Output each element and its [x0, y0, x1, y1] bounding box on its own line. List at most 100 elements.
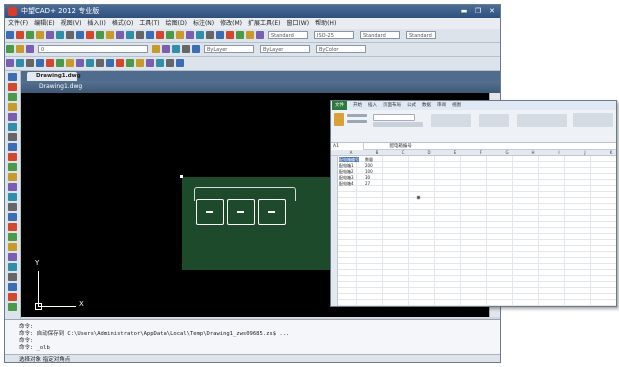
layer-select[interactable]: 0	[38, 45, 148, 53]
toolbar-icon[interactable]	[126, 59, 134, 67]
draw-tool-icon[interactable]	[8, 303, 17, 311]
column-header-C[interactable]: C	[390, 150, 416, 156]
toolbar-icon[interactable]	[136, 59, 144, 67]
toolbar-icon[interactable]	[66, 59, 74, 67]
number-format-icons[interactable]	[479, 114, 509, 127]
draw-tool-icon[interactable]	[8, 153, 17, 161]
toolbar-icon[interactable]	[126, 31, 134, 39]
menu-item-0[interactable]: 文件(F)	[8, 18, 28, 29]
toolbar-icon[interactable]	[46, 31, 54, 39]
toolbar-icon[interactable]	[166, 31, 174, 39]
toolbar-icon[interactable]	[36, 31, 44, 39]
name-box[interactable]: A1	[331, 143, 364, 150]
toolbar-icon[interactable]	[6, 59, 14, 67]
column-header-F[interactable]: F	[468, 150, 494, 156]
paste-icon[interactable]	[334, 113, 344, 126]
toolbar-icon[interactable]	[66, 31, 74, 39]
toolbar-icon[interactable]	[172, 45, 180, 53]
toolbar-icon[interactable]	[206, 31, 214, 39]
draw-tool-icon[interactable]	[8, 93, 17, 101]
draw-tool-icon[interactable]	[8, 73, 17, 81]
toolbar-icon[interactable]	[162, 45, 170, 53]
draw-tool-icon[interactable]	[8, 183, 17, 191]
doc-tab[interactable]: Drawing1.dwg	[27, 72, 81, 81]
toolbar-icon[interactable]	[166, 59, 174, 67]
draw-tool-icon[interactable]	[8, 233, 17, 241]
toolbar-icon[interactable]	[56, 59, 64, 67]
cell-1-0[interactable]: 配电箱1	[339, 163, 354, 168]
toolbar-icon[interactable]	[16, 59, 24, 67]
toolbar-icon[interactable]	[236, 31, 244, 39]
toolbar-icon[interactable]	[176, 59, 184, 67]
cut-icon[interactable]	[347, 114, 367, 117]
close-icon[interactable]: ✕	[486, 7, 498, 16]
table-style-select[interactable]: Standard	[360, 31, 400, 39]
toolbar-icon[interactable]	[256, 31, 264, 39]
ribbon-tab-0[interactable]: 文件	[332, 101, 347, 110]
draw-tool-icon[interactable]	[8, 223, 17, 231]
draw-tool-icon[interactable]	[8, 283, 17, 291]
cell-0-1[interactable]: 数量	[365, 157, 373, 162]
toolbar-icon[interactable]	[26, 59, 34, 67]
cell-3-0[interactable]: 配电箱3	[339, 175, 354, 180]
formula-content[interactable]: 配电箱编号	[389, 144, 412, 149]
toolbar-icon[interactable]	[146, 31, 154, 39]
toolbar-icon[interactable]	[106, 59, 114, 67]
draw-tool-icon[interactable]	[8, 193, 17, 201]
toolbar-icon[interactable]	[156, 59, 164, 67]
draw-tool-icon[interactable]	[8, 243, 17, 251]
toolbar-icon[interactable]	[76, 59, 84, 67]
column-header-B[interactable]: B	[364, 150, 390, 156]
toolbar-icon[interactable]	[152, 45, 160, 53]
column-header-J[interactable]: J	[572, 150, 598, 156]
menu-item-3[interactable]: 插入(I)	[87, 18, 105, 29]
ribbon-tab-1[interactable]: 开始	[353, 101, 362, 110]
toolbar-icon[interactable]	[36, 59, 44, 67]
dim-style-select[interactable]: ISO-25	[314, 31, 354, 39]
toolbar-icon[interactable]	[46, 59, 54, 67]
ribbon-tab-3[interactable]: 页面布局	[383, 101, 401, 110]
menu-item-11[interactable]: 帮助(H)	[315, 18, 336, 29]
ribbon-tab-5[interactable]: 数据	[422, 101, 431, 110]
cell-0-0[interactable]: 配电箱编号	[339, 157, 359, 162]
toolbar-icon[interactable]	[226, 31, 234, 39]
color-select[interactable]: ByLayer	[204, 45, 254, 53]
toolbar-icon[interactable]	[96, 59, 104, 67]
cell-4-0[interactable]: 配电箱4	[339, 181, 354, 186]
alignment-icons[interactable]	[431, 114, 471, 127]
ribbon-tab-4[interactable]: 公式	[407, 101, 416, 110]
menu-item-7[interactable]: 标注(N)	[193, 18, 214, 29]
column-header-H[interactable]: H	[520, 150, 546, 156]
column-header-K[interactable]: K	[598, 150, 616, 156]
copy-icon[interactable]	[347, 120, 367, 123]
cell-2-0[interactable]: 配电箱2	[339, 169, 354, 174]
cell-4-1[interactable]: 27	[365, 181, 370, 186]
cell-3-1[interactable]: 30	[365, 175, 370, 180]
minimize-icon[interactable]: ▬	[458, 7, 470, 16]
toolbar-icon[interactable]	[156, 31, 164, 39]
toolbar-icon[interactable]	[56, 31, 64, 39]
draw-tool-icon[interactable]	[8, 203, 17, 211]
toolbar-icon[interactable]	[6, 31, 14, 39]
toolbar-icon[interactable]	[26, 45, 34, 53]
toolbar-icon[interactable]	[106, 31, 114, 39]
menu-item-6[interactable]: 绘图(D)	[166, 18, 187, 29]
pasted-ole-object[interactable]	[180, 175, 342, 270]
draw-tool-icon[interactable]	[8, 133, 17, 141]
font-format-icons[interactable]	[373, 122, 423, 127]
draw-tool-icon[interactable]	[8, 163, 17, 171]
column-header-G[interactable]: G	[494, 150, 520, 156]
linetype-select[interactable]: ByLayer	[260, 45, 310, 53]
draw-tool-icon[interactable]	[8, 83, 17, 91]
draw-tool-icon[interactable]	[8, 103, 17, 111]
maximize-icon[interactable]: ❐	[472, 7, 484, 16]
ribbon-tab-6[interactable]: 审阅	[437, 101, 446, 110]
toolbar-icon[interactable]	[246, 31, 254, 39]
menu-item-1[interactable]: 编辑(E)	[34, 18, 54, 29]
grip-handle[interactable]	[180, 175, 183, 178]
toolbar-icon[interactable]	[116, 59, 124, 67]
toolbar-icon[interactable]	[26, 31, 34, 39]
toolbar-icon[interactable]	[16, 45, 24, 53]
column-header-E[interactable]: E	[442, 150, 468, 156]
draw-tool-icon[interactable]	[8, 113, 17, 121]
